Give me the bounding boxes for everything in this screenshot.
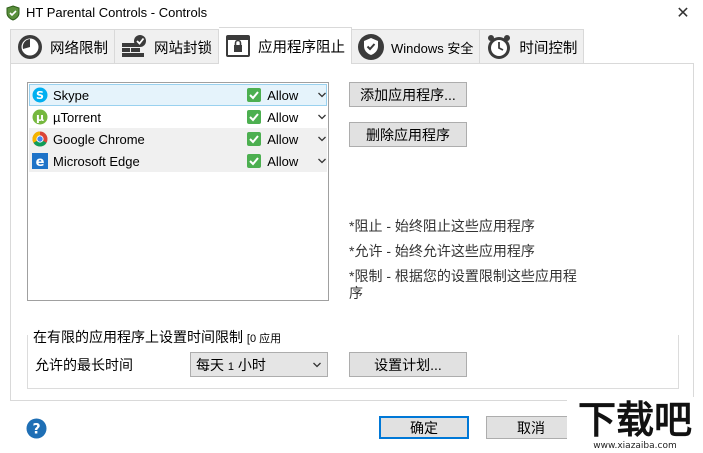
title-bar: HT Parental Controls - Controls ✕ <box>0 0 703 26</box>
tab-panel: S Skype Allow µ µTorrent Allow Google Ch… <box>10 63 694 401</box>
list-item[interactable]: µ µTorrent Allow <box>29 106 327 128</box>
edge-icon: e <box>32 153 48 169</box>
legend-block: *阻止 - 始终阻止这些应用程序 <box>349 218 535 234</box>
window-lock-icon <box>226 35 250 57</box>
max-time-value: 每天 1 小时 <box>196 356 266 373</box>
app-shield-icon <box>6 5 20 21</box>
tab-label: 网络限制 <box>50 40 108 57</box>
chevron-down-icon[interactable] <box>317 134 327 144</box>
window-title: HT Parental Controls - Controls <box>26 5 208 20</box>
app-status[interactable]: Allow <box>267 154 317 169</box>
watermark-logo: 下载吧 <box>567 397 703 439</box>
check-icon <box>247 88 262 102</box>
shield-check-icon <box>358 34 384 60</box>
chevron-down-icon <box>313 362 321 368</box>
tab-bar: 网络限制 网站封锁 应用程序阻止 Windows 安全 时间控制 <box>10 27 585 65</box>
ok-button[interactable]: 确定 <box>379 416 469 439</box>
check-icon <box>247 154 262 168</box>
chrome-icon <box>32 131 48 147</box>
svg-text:e: e <box>36 155 45 169</box>
chevron-down-icon[interactable] <box>317 156 327 166</box>
chevron-down-icon[interactable] <box>317 90 327 100</box>
help-icon[interactable]: ? <box>26 418 47 439</box>
svg-text:?: ? <box>32 422 40 438</box>
firewall-icon <box>122 35 146 57</box>
tab-windows-security[interactable]: Windows 安全 <box>352 29 481 64</box>
tab-app-block[interactable]: 应用程序阻止 <box>219 27 352 65</box>
schedule-button[interactable]: 设置计划... <box>349 352 467 377</box>
cancel-button[interactable]: 取消 <box>486 416 576 439</box>
app-name: µTorrent <box>53 109 101 125</box>
tab-label: Windows 安全 <box>391 40 474 56</box>
legend-limit: *限制 - 根据您的设置限制这些应用程序 <box>349 268 577 301</box>
close-icon: ✕ <box>676 5 690 22</box>
app-status[interactable]: Allow <box>267 110 317 125</box>
tab-label: 应用程序阻止 <box>258 39 345 56</box>
app-name: Google Chrome <box>53 131 145 147</box>
list-item[interactable]: S Skype Allow <box>29 84 327 106</box>
watermark: 下载吧 www.xiazaiba.com <box>567 397 703 453</box>
max-time-select[interactable]: 每天 1 小时 <box>190 352 328 377</box>
max-time-label: 允许的最长时间 <box>35 357 133 373</box>
add-app-button[interactable]: 添加应用程序... <box>349 82 467 107</box>
tab-time-control[interactable]: 时间控制 <box>480 29 585 64</box>
app-status[interactable]: Allow <box>267 132 317 147</box>
speedometer-icon <box>18 35 42 59</box>
close-button[interactable]: ✕ <box>663 0 703 26</box>
svg-text:S: S <box>36 89 44 102</box>
skype-icon: S <box>32 87 48 103</box>
tab-network-limit[interactable]: 网络限制 <box>10 29 115 64</box>
list-item[interactable]: e Microsoft Edge Allow <box>29 150 327 172</box>
alarm-clock-icon <box>488 35 511 59</box>
app-name: Microsoft Edge <box>53 153 140 169</box>
app-list[interactable]: S Skype Allow µ µTorrent Allow Google Ch… <box>27 82 329 301</box>
tab-label: 时间控制 <box>519 40 578 57</box>
tab-website-block[interactable]: 网站封锁 <box>115 29 219 64</box>
svg-text:下载吧: 下载吧 <box>578 398 692 439</box>
tab-label: 网站封锁 <box>154 40 212 57</box>
app-name: Skype <box>53 87 90 103</box>
check-icon <box>247 110 262 124</box>
utorrent-icon: µ <box>32 109 48 125</box>
watermark-url: www.xiazaiba.com <box>593 441 677 451</box>
app-status[interactable]: Allow <box>267 88 317 103</box>
svg-text:µ: µ <box>36 111 44 124</box>
check-icon <box>247 132 262 146</box>
list-item[interactable]: Google Chrome Allow <box>29 128 327 150</box>
remove-app-button[interactable]: 删除应用程序 <box>349 122 467 147</box>
time-limit-group-label: 在有限的应用程序上设置时间限制 [0 应用 <box>33 327 286 347</box>
chevron-down-icon[interactable] <box>317 112 327 122</box>
legend-allow: *允许 - 始终允许这些应用程序 <box>349 243 535 259</box>
